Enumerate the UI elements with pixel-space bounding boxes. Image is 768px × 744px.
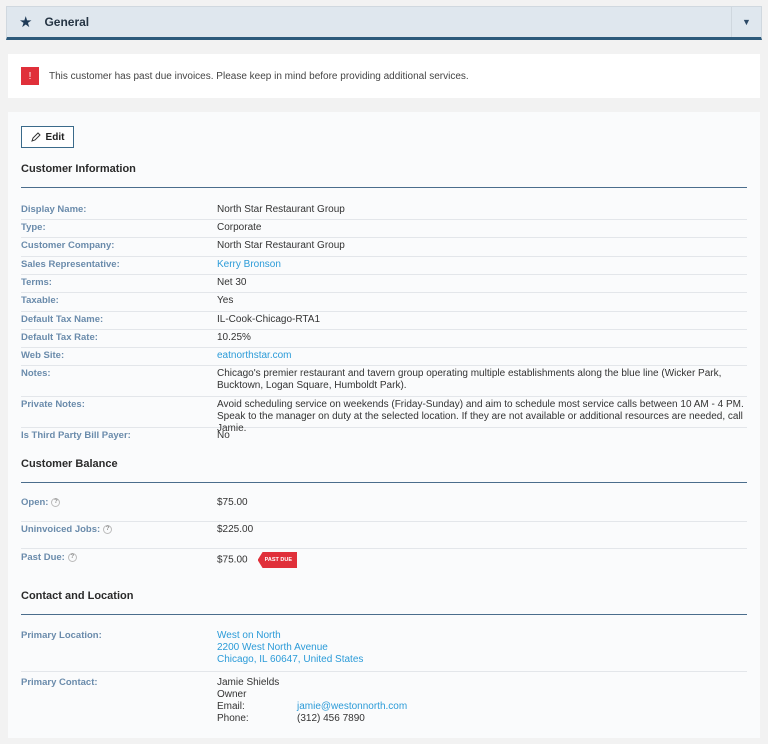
divider xyxy=(21,614,747,615)
info-row: Taxable: Yes xyxy=(21,293,747,312)
edit-button[interactable]: Edit xyxy=(21,126,74,148)
location-city-link[interactable]: Chicago, IL 60647, United States xyxy=(217,654,747,666)
field-label: Primary Location: xyxy=(21,630,102,641)
balance-row: Open:? $75.00 xyxy=(21,495,747,522)
field-label: Default Tax Rate: xyxy=(21,332,98,343)
help-icon[interactable]: ? xyxy=(67,552,77,562)
location-name-link[interactable]: West on North xyxy=(217,630,747,642)
field-label: Terms: xyxy=(21,277,52,288)
info-row: Default Tax Rate: 10.25% xyxy=(21,330,747,348)
info-row: Sales Representative: Kerry Bronson xyxy=(21,257,747,275)
contact-location-heading: Contact and Location xyxy=(21,590,134,602)
info-row: Display Name: North Star Restaurant Group xyxy=(21,202,747,220)
location-street-link[interactable]: 2200 West North Avenue xyxy=(217,642,747,654)
field-value[interactable]: eatnorthstar.com xyxy=(217,350,747,365)
customer-info-heading: Customer Information xyxy=(21,163,136,175)
balance-row: Past Due:? $75.00 PAST DUE xyxy=(21,550,747,577)
field-value: Net 30 xyxy=(217,277,247,288)
field-value: Yes xyxy=(217,295,234,306)
phone-value: (312) 456 7890 xyxy=(297,713,365,724)
info-row: Is Third Party Bill Payer: No xyxy=(21,428,747,446)
pencil-icon xyxy=(30,132,41,142)
contact-role: Owner xyxy=(217,689,247,700)
email-label: Email: xyxy=(217,701,245,712)
star-icon: ★ xyxy=(19,14,33,31)
field-value: Avoid scheduling service on weekends (Fr… xyxy=(217,399,744,434)
field-label: Web Site: xyxy=(21,350,65,361)
info-row: Terms: Net 30 xyxy=(21,275,747,293)
alert-message: This customer has past due invoices. Ple… xyxy=(49,70,469,82)
field-value: North Star Restaurant Group xyxy=(217,204,345,215)
field-value: $75.00 xyxy=(217,554,248,566)
field-label: Sales Representative: xyxy=(21,259,120,270)
field-label: Open: xyxy=(21,497,49,508)
field-value: Corporate xyxy=(217,222,262,233)
email-link[interactable]: jamie@westonnorth.com xyxy=(297,701,407,713)
field-value: $225.00 xyxy=(217,524,254,535)
field-value: IL-Cook-Chicago-RTA1 xyxy=(217,314,321,325)
divider xyxy=(21,187,747,188)
field-value: North Star Restaurant Group xyxy=(217,240,345,251)
alert-icon: ! xyxy=(21,67,39,85)
field-value: No xyxy=(217,430,230,441)
divider xyxy=(21,482,747,483)
field-label: Type: xyxy=(21,222,46,233)
field-label: Uninvoiced Jobs: xyxy=(21,524,101,535)
info-row: Type: Corporate xyxy=(21,220,747,238)
info-row: Private Notes: Avoid scheduling service o… xyxy=(21,397,747,434)
info-row: Web Site: eatnorthstar.com xyxy=(21,348,747,366)
help-icon[interactable]: ? xyxy=(51,497,61,507)
field-value[interactable]: Kerry Bronson xyxy=(217,259,747,274)
field-value: Chicago's premier restaurant and tavern … xyxy=(217,368,722,391)
primary-contact-row: Primary Contact: Jamie Shields Owner Ema… xyxy=(21,675,747,731)
field-label: Is Third Party Bill Payer: xyxy=(21,430,131,441)
contact-name: Jamie Shields xyxy=(217,677,280,688)
info-row: Default Tax Name: IL-Cook-Chicago-RTA1 xyxy=(21,312,747,330)
field-label: Display Name: xyxy=(21,204,87,215)
primary-location-row: Primary Location: West on North 2200 Wes… xyxy=(21,628,747,672)
field-label: Notes: xyxy=(21,368,51,379)
edit-label: Edit xyxy=(45,131,65,143)
field-label: Past Due: xyxy=(21,552,65,563)
past-due-badge: PAST DUE xyxy=(257,552,297,568)
customer-balance-heading: Customer Balance xyxy=(21,458,118,470)
info-row: Customer Company: North Star Restaurant G… xyxy=(21,238,747,257)
past-due-alert: ! This customer has past due invoices. P… xyxy=(8,54,760,98)
info-row: Notes: Chicago's premier restaurant and t… xyxy=(21,366,747,397)
field-label: Primary Contact: xyxy=(21,677,98,688)
field-value: $75.00 xyxy=(217,497,248,508)
field-label: Customer Company: xyxy=(21,240,115,251)
general-section-header[interactable]: ★ General ▼ xyxy=(6,6,762,40)
help-icon[interactable]: ? xyxy=(103,524,113,534)
field-label: Default Tax Name: xyxy=(21,314,104,325)
field-label: Taxable: xyxy=(21,295,59,306)
field-value: 10.25% xyxy=(217,332,251,343)
field-label: Private Notes: xyxy=(21,399,85,410)
section-title: General xyxy=(44,15,90,29)
phone-label: Phone: xyxy=(217,713,249,724)
balance-row: Uninvoiced Jobs:? $225.00 xyxy=(21,522,747,549)
caret-down-icon[interactable]: ▼ xyxy=(731,7,761,37)
customer-details-card: Edit Customer Information Display Name: N… xyxy=(8,112,760,738)
